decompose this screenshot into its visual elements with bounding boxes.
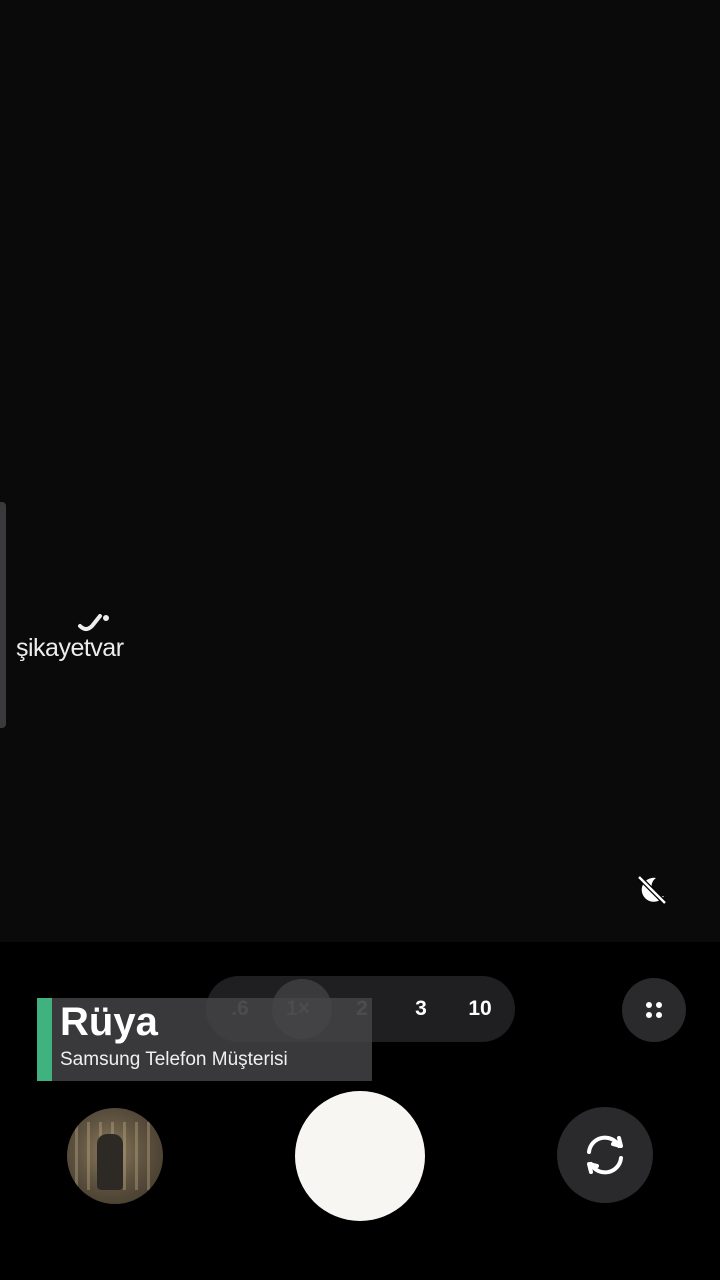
night-mode-off-icon bbox=[637, 875, 667, 905]
grid-dots-icon bbox=[646, 1002, 662, 1018]
edge-panel-handle[interactable] bbox=[0, 502, 6, 728]
sikayetvar-watermark: şikayetvar bbox=[16, 612, 146, 672]
speaker-caption: Rüya Samsung Telefon Müşterisi bbox=[37, 998, 372, 1081]
grid-toggle-button[interactable] bbox=[622, 978, 686, 1042]
thumbnail-figure bbox=[97, 1134, 123, 1190]
flip-camera-button[interactable] bbox=[557, 1107, 653, 1203]
caption-accent-bar bbox=[37, 998, 52, 1081]
zoom-option-10x[interactable]: 10 bbox=[452, 976, 508, 1042]
shutter-button[interactable] bbox=[295, 1091, 425, 1221]
zoom-option-3x[interactable]: 3 bbox=[393, 976, 449, 1042]
camera-screen: şikayetvar .6 1× 2 3 10 bbox=[0, 0, 720, 1280]
flip-camera-icon bbox=[587, 1135, 623, 1175]
watermark-text: şikayetvar bbox=[16, 634, 124, 662]
night-mode-toggle[interactable] bbox=[628, 866, 676, 914]
camera-viewfinder[interactable] bbox=[0, 0, 720, 942]
speaker-role: Samsung Telefon Müşterisi bbox=[60, 1049, 288, 1070]
gallery-thumbnail-button[interactable] bbox=[67, 1108, 163, 1204]
speaker-name: Rüya bbox=[60, 1000, 158, 1044]
sikayetvar-logo-icon bbox=[78, 614, 109, 631]
